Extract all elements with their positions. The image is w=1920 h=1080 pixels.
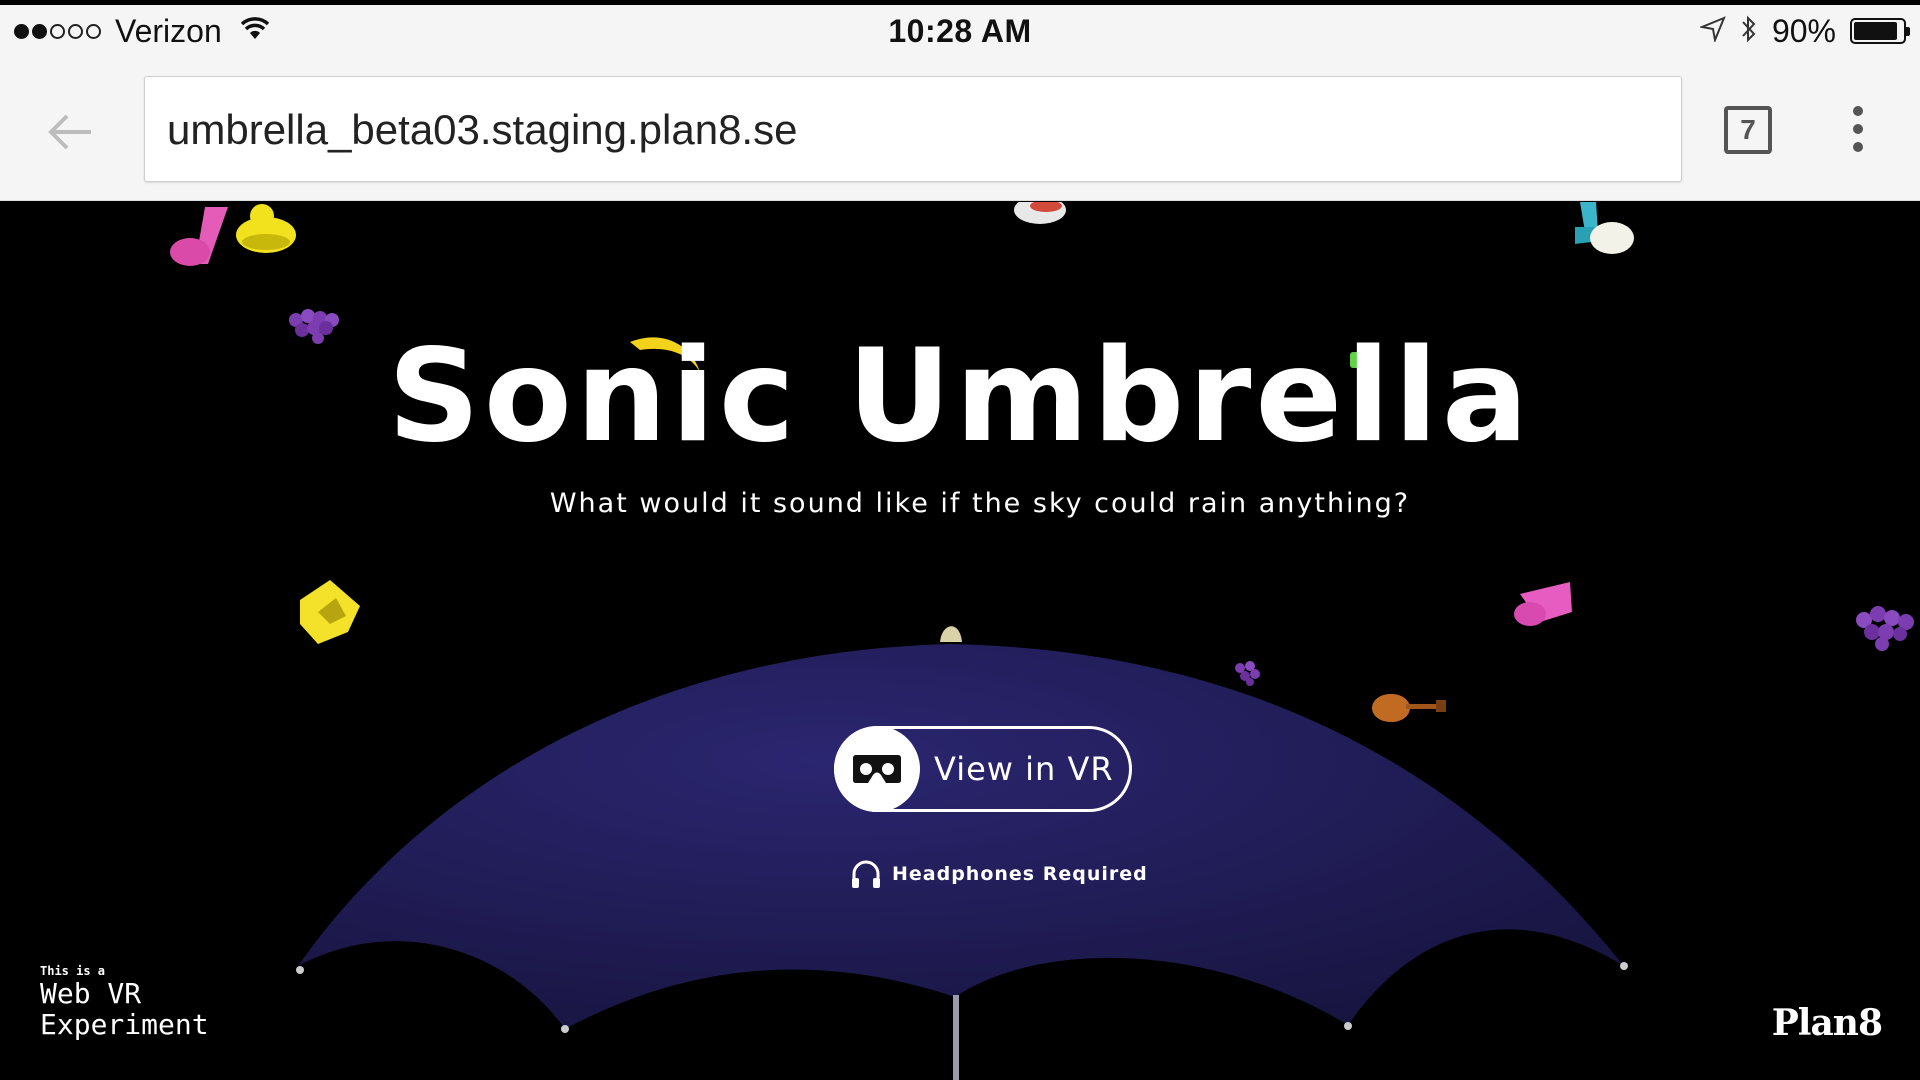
status-time: 10:28 AM: [888, 13, 1032, 49]
music-note-magenta-icon: [1514, 582, 1572, 626]
headphones-note: Headphones Required: [850, 858, 1148, 890]
music-note-teal-icon: [1575, 202, 1634, 254]
battery-icon: [1850, 18, 1910, 44]
badge-line-2: Experiment: [40, 1008, 209, 1041]
violin-icon: [1372, 694, 1446, 722]
url-text: umbrella_beta03.staging.plan8.se: [167, 106, 798, 153]
grapes-small-icon: [1235, 661, 1260, 686]
location-arrow-icon: [1698, 15, 1726, 47]
battery-percent: 90%: [1771, 12, 1836, 49]
status-right: 90%: [1698, 11, 1910, 51]
music-note-yellow-icon: [300, 580, 360, 644]
badge-small-text: This is a: [40, 964, 106, 978]
plan8-logo[interactable]: Plan8: [1772, 1002, 1883, 1044]
back-button[interactable]: [44, 106, 96, 158]
status-bar: Verizon 10:28 AM 90%: [0, 5, 1920, 60]
battery-fill: [1854, 22, 1898, 40]
rubber-duck-icon: [236, 204, 296, 253]
browser-toolbar: umbrella_beta03.staging.plan8.se 7: [0, 60, 1920, 201]
address-bar[interactable]: umbrella_beta03.staging.plan8.se: [144, 76, 1682, 182]
drum-icon: [1014, 202, 1066, 224]
overflow-menu-button[interactable]: [1842, 104, 1874, 154]
vr-headset-icon: [834, 726, 920, 812]
tabs-button[interactable]: 7: [1724, 106, 1772, 154]
headphones-icon: [852, 860, 880, 888]
music-note-pink-icon: [170, 207, 228, 266]
tab-count: 7: [1740, 114, 1756, 145]
page-subtitle: What would it sound like if the sky coul…: [549, 488, 1411, 519]
page-title: Sonic Umbrella: [387, 322, 1533, 471]
bluetooth-icon: [1740, 14, 1758, 49]
badge-line-1: Web VR: [40, 977, 142, 1010]
grapes-right-icon: [1856, 606, 1914, 651]
umbrella: [296, 626, 1628, 1080]
webvr-scene[interactable]: Sonic Umbrella What would it sound like …: [0, 202, 1920, 1080]
headphones-note-label: Headphones Required: [892, 863, 1148, 885]
webvr-experiment-badge[interactable]: This is a Web VR Experiment: [40, 964, 209, 1040]
view-in-vr-button[interactable]: View in VR: [834, 726, 1132, 812]
back-arrow-icon: [48, 114, 91, 150]
view-in-vr-label: View in VR: [934, 750, 1114, 788]
